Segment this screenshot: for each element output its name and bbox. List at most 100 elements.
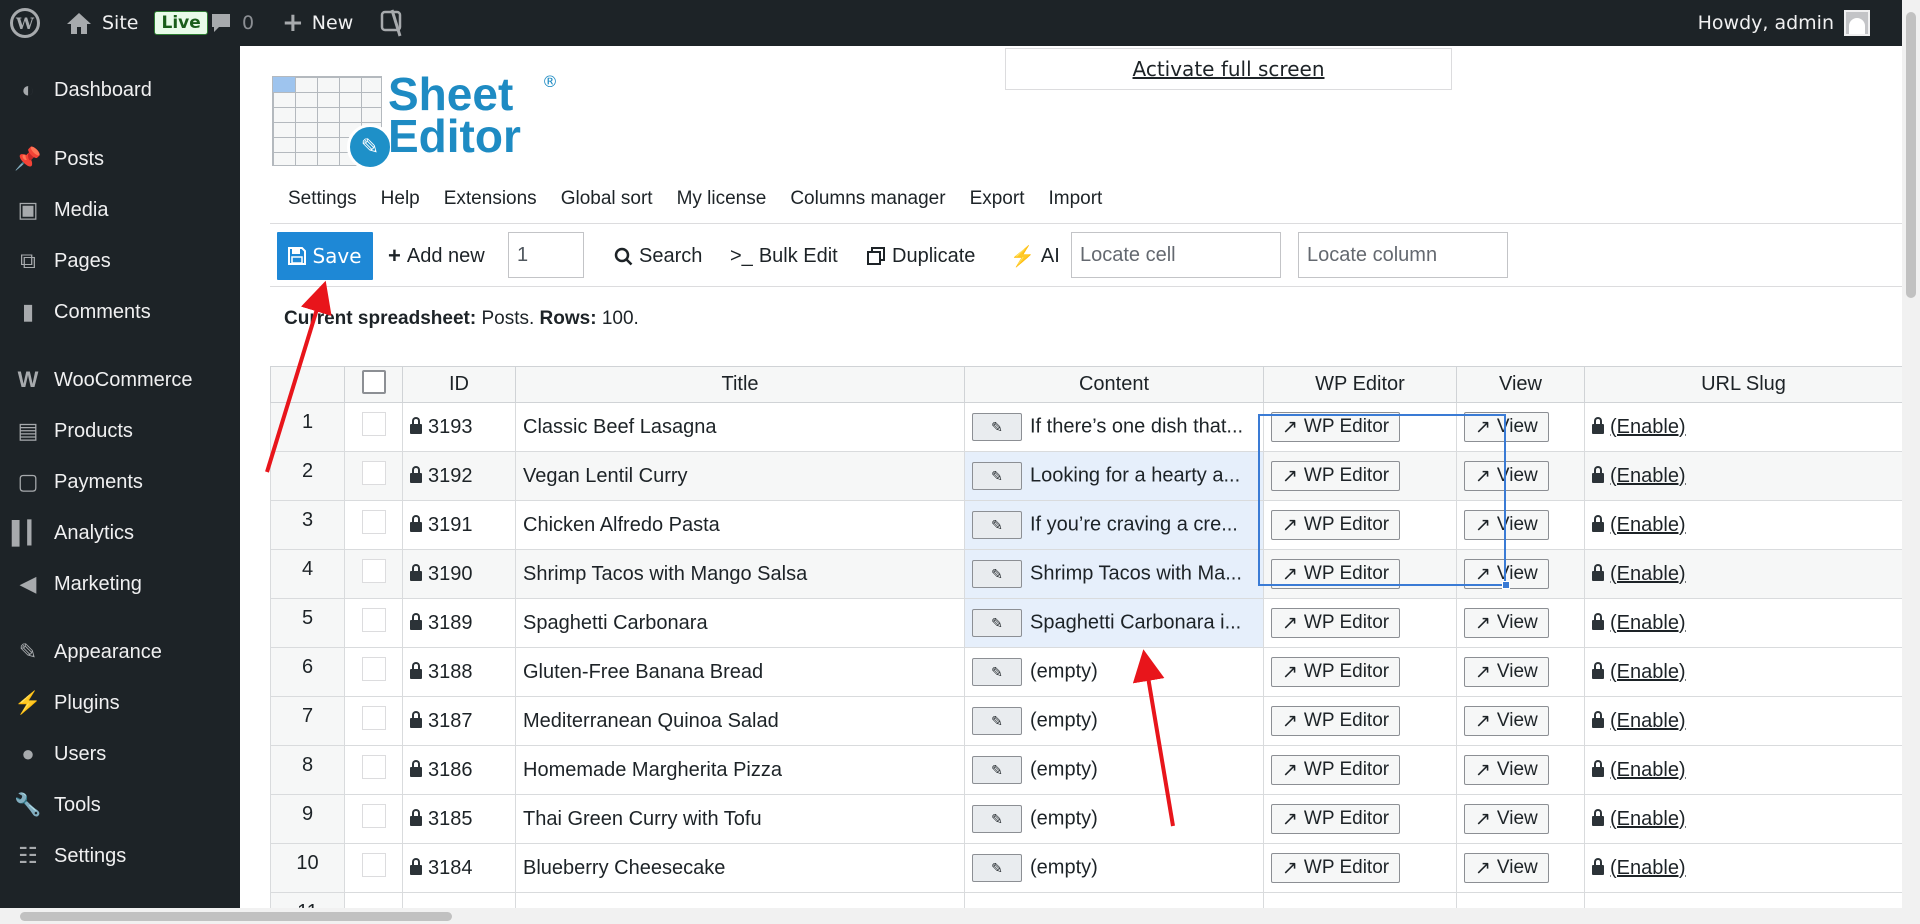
select-all-checkbox[interactable] [361, 369, 386, 394]
new-content-menu[interactable]: + New [282, 0, 353, 46]
vertical-scrollbar[interactable] [1902, 0, 1920, 924]
sidebar-item-comments[interactable]: ▮ Comments [0, 290, 240, 334]
row-checkbox[interactable] [361, 657, 386, 681]
title-cell[interactable]: Shrimp Tacos with Mango Salsa [515, 549, 965, 599]
title-cell[interactable]: Homemade Margherita Pizza [515, 745, 965, 795]
row-number[interactable]: 3 [270, 500, 345, 550]
id-cell[interactable]: 3189 [402, 598, 516, 648]
column-header-title[interactable]: Title [515, 366, 965, 403]
view-button[interactable]: ↗ View [1464, 608, 1549, 638]
sidebar-item-products[interactable]: ▤ Products [0, 409, 240, 453]
sidebar-item-woocommerce[interactable]: W WooCommerce [0, 358, 240, 402]
fill-handle[interactable] [1502, 581, 1510, 589]
row-checkbox[interactable] [361, 608, 386, 632]
enable-slug-link[interactable]: (Enable) [1610, 710, 1686, 732]
bulk-edit-button[interactable]: >_ Bulk Edit [730, 232, 838, 280]
row-number[interactable]: 5 [270, 598, 345, 648]
view-button[interactable]: ↗ View [1464, 804, 1549, 834]
vertical-scroll-thumb[interactable] [1906, 12, 1916, 298]
enable-slug-link[interactable]: (Enable) [1610, 808, 1686, 830]
view-button[interactable]: ↗ View [1464, 412, 1549, 442]
content-cell[interactable]: ✎ (empty) [964, 843, 1264, 893]
menu-global-sort[interactable]: Global sort [549, 188, 665, 210]
id-cell[interactable]: 3188 [402, 647, 516, 697]
menu-columns-manager[interactable]: Columns manager [778, 188, 957, 210]
sidebar-item-media[interactable]: ▣ Media [0, 188, 240, 232]
enable-slug-link[interactable]: (Enable) [1610, 514, 1686, 536]
title-cell[interactable]: Spaghetti Carbonara [515, 598, 965, 648]
menu-my-license[interactable]: My license [665, 188, 779, 210]
column-header-wp-editor[interactable]: WP Editor [1263, 366, 1457, 403]
menu-help[interactable]: Help [369, 188, 432, 210]
enable-slug-link[interactable]: (Enable) [1610, 612, 1686, 634]
title-cell[interactable]: Vegan Lentil Curry [515, 451, 965, 501]
sidebar-item-analytics[interactable]: ▌▎ Analytics [0, 511, 240, 555]
wp-editor-button[interactable]: ↗ WP Editor [1271, 706, 1401, 736]
edit-icon[interactable]: ✎ [972, 462, 1022, 490]
view-button[interactable]: ↗ View [1464, 461, 1549, 491]
title-cell[interactable]: Blueberry Cheesecake [515, 843, 965, 893]
row-checkbox[interactable] [361, 853, 386, 877]
content-cell[interactable]: ✎ Spaghetti Carbonara i... [964, 598, 1264, 648]
duplicate-button[interactable]: Duplicate [867, 232, 975, 280]
edit-icon[interactable]: ✎ [972, 658, 1022, 686]
menu-export[interactable]: Export [958, 188, 1037, 210]
title-cell[interactable]: Chicken Alfredo Pasta [515, 500, 965, 550]
wp-editor-button[interactable]: ↗ WP Editor [1271, 510, 1401, 540]
activate-full-screen-link[interactable]: Activate full screen [1133, 57, 1325, 81]
row-number[interactable]: 9 [270, 794, 345, 844]
menu-extensions[interactable]: Extensions [432, 188, 549, 210]
enable-slug-link[interactable]: (Enable) [1610, 857, 1686, 879]
row-checkbox[interactable] [361, 706, 386, 730]
locate-column-input[interactable] [1298, 232, 1508, 278]
account-menu[interactable]: Howdy, admin [1698, 0, 1870, 46]
sidebar-item-settings[interactable]: ☷ Settings [0, 834, 240, 878]
title-cell[interactable]: Thai Green Curry with Tofu [515, 794, 965, 844]
edit-icon[interactable]: ✎ [972, 560, 1022, 588]
comments-menu[interactable]: 0 [210, 0, 254, 46]
edit-icon[interactable]: ✎ [972, 413, 1022, 441]
sidebar-item-plugins[interactable]: ⚡ Plugins [0, 681, 240, 725]
row-checkbox[interactable] [361, 804, 386, 828]
title-cell[interactable]: Classic Beef Lasagna [515, 402, 965, 452]
row-checkbox[interactable] [361, 559, 386, 583]
sidebar-item-marketing[interactable]: ◀ Marketing [0, 562, 240, 606]
sidebar-item-users[interactable]: ● Users [0, 732, 240, 776]
search-button[interactable]: Search [614, 232, 702, 280]
enable-slug-link[interactable]: (Enable) [1610, 759, 1686, 781]
row-number[interactable]: 10 [270, 843, 345, 893]
yoast-icon[interactable] [380, 0, 406, 46]
enable-slug-link[interactable]: (Enable) [1610, 661, 1686, 683]
site-menu[interactable]: Site Live [66, 0, 208, 46]
sidebar-item-appearance[interactable]: ✎ Appearance [0, 630, 240, 674]
title-cell[interactable]: Gluten-Free Banana Bread [515, 647, 965, 697]
sidebar-item-payments[interactable]: ▢ Payments [0, 460, 240, 504]
row-number[interactable]: 7 [270, 696, 345, 746]
sidebar-item-dashboard[interactable]: ◐ Dashboard [0, 68, 240, 112]
content-cell[interactable]: ✎ (empty) [964, 647, 1264, 697]
content-cell[interactable]: ✎ If you’re craving a cre... [964, 500, 1264, 550]
row-checkbox[interactable] [361, 412, 386, 436]
sidebar-item-pages[interactable]: ⧉ Pages [0, 239, 240, 283]
wp-editor-button[interactable]: ↗ WP Editor [1271, 755, 1401, 785]
title-cell[interactable]: Mediterranean Quinoa Salad [515, 696, 965, 746]
content-cell[interactable]: ✎ (empty) [964, 794, 1264, 844]
enable-slug-link[interactable]: (Enable) [1610, 465, 1686, 487]
sidebar-item-posts[interactable]: 📌 Posts [0, 137, 240, 181]
horizontal-scrollbar[interactable] [0, 908, 1902, 924]
view-button[interactable]: ↗ View [1464, 657, 1549, 687]
id-cell[interactable]: 3193 [402, 402, 516, 452]
wordpress-logo-icon[interactable]: W [10, 0, 40, 46]
id-cell[interactable]: 3187 [402, 696, 516, 746]
locate-cell-input[interactable] [1071, 232, 1281, 278]
edit-icon[interactable]: ✎ [972, 511, 1022, 539]
enable-slug-link[interactable]: (Enable) [1610, 563, 1686, 585]
view-button[interactable]: ↗ View [1464, 510, 1549, 540]
content-cell[interactable]: ✎ Looking for a hearty a... [964, 451, 1264, 501]
edit-icon[interactable]: ✎ [972, 609, 1022, 637]
horizontal-scroll-thumb[interactable] [20, 912, 452, 921]
row-number[interactable]: 4 [270, 549, 345, 599]
edit-icon[interactable]: ✎ [972, 854, 1022, 882]
ai-button[interactable]: ⚡ AI [1010, 232, 1060, 280]
view-button[interactable]: ↗ View [1464, 853, 1549, 883]
